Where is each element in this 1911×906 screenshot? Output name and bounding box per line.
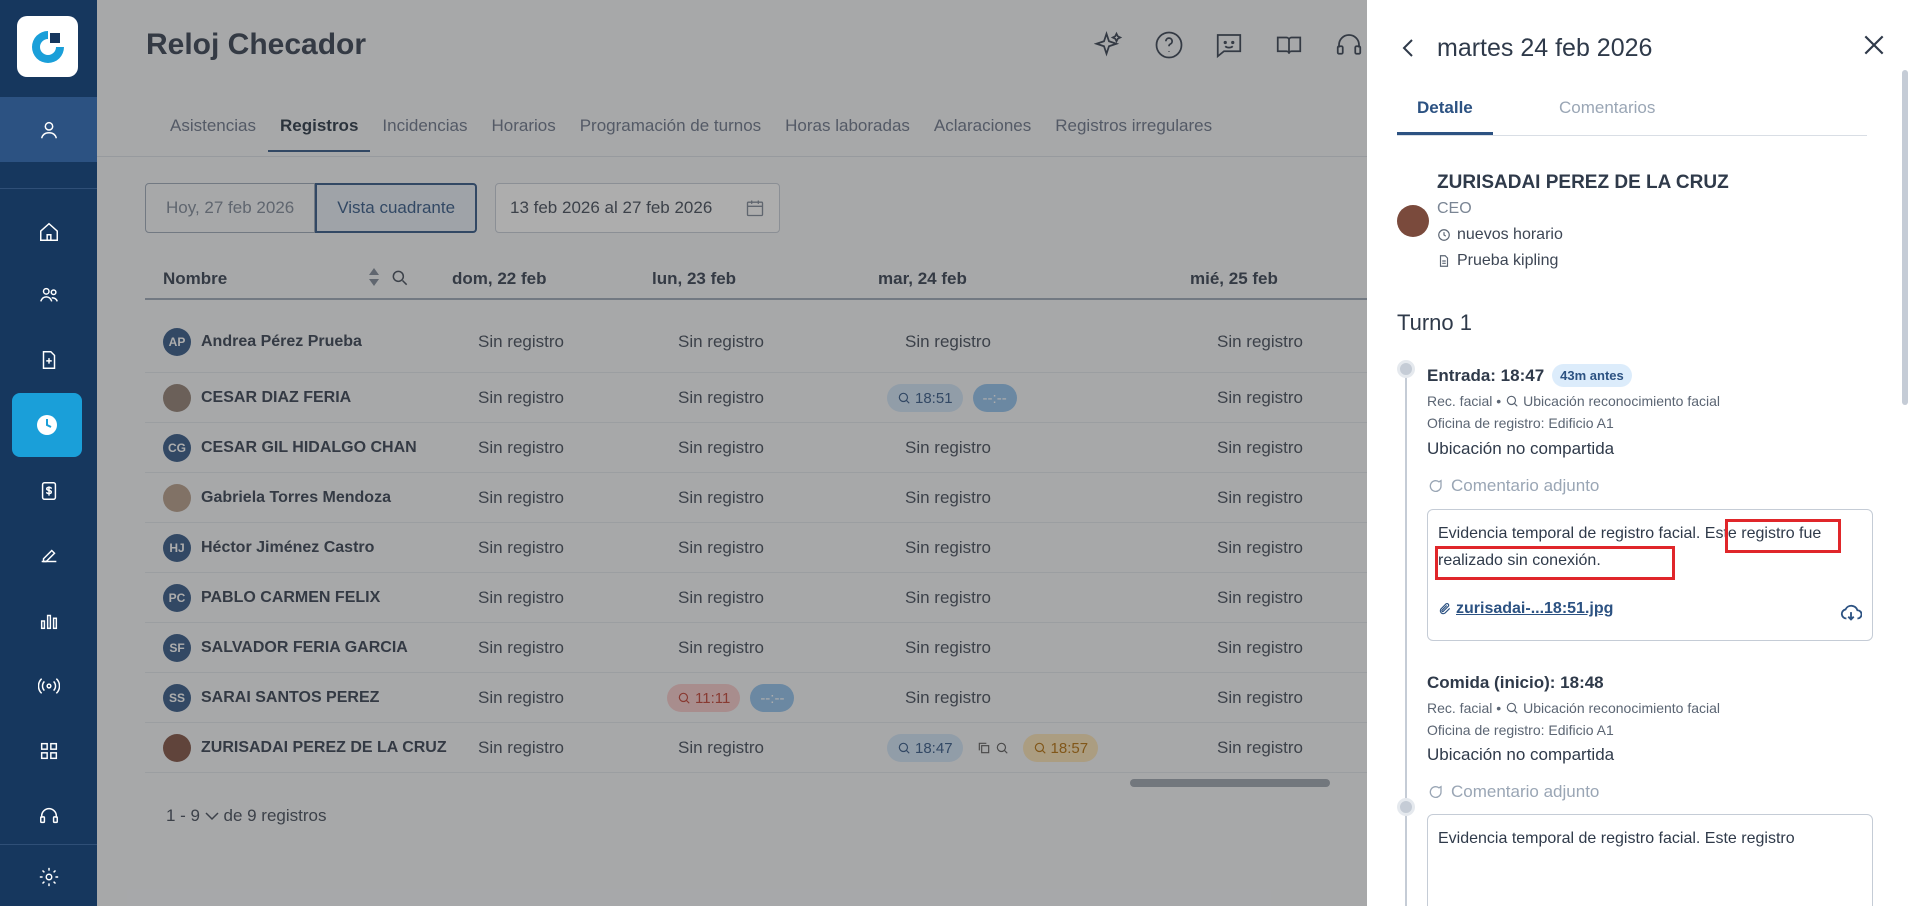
sidebar-item-home[interactable] [0,205,97,259]
app-logo[interactable] [17,16,78,77]
document-plus-icon [42,351,55,369]
event-office: Oficina de registro: Edificio A1 [1427,722,1614,738]
comment-icon [1429,785,1442,798]
event-location: Ubicación no compartida [1427,439,1615,458]
timeline-line [1405,370,1407,906]
close-icon[interactable] [1861,32,1887,58]
sidebar-item-clock[interactable] [12,393,82,457]
event-title-text: Comida (inicio): 18:48 [1427,673,1604,692]
sidebar-item-settings[interactable] [0,850,97,904]
highlight-box [1725,519,1841,553]
method-text: Rec. facial • [1427,700,1502,716]
clock-icon [37,415,57,435]
sidebar-item-reports[interactable] [0,594,97,648]
employee-role: CEO [1437,200,1472,217]
event-title: Comida (inicio): 18:48 [1427,673,1604,693]
employee-avatar [1397,205,1429,237]
sidebar-item-payroll[interactable] [0,464,97,518]
paperclip-icon [1439,603,1451,615]
event-location: Ubicación no compartida [1427,745,1615,764]
user-icon [40,121,57,138]
event-office: Oficina de registro: Edificio A1 [1427,415,1614,431]
panel-tabs: Detalle Comentarios [1397,92,1867,136]
location-type: Ubicación reconocimiento facial [1523,393,1721,409]
users-icon [39,287,58,302]
panel-date: martes 24 feb 2026 [1437,33,1653,62]
comment-label: Comentario adjunto [1427,782,1599,802]
event-title: Entrada: 18:47 43m antes [1427,364,1632,387]
event-title-text: Entrada: 18:47 [1427,365,1545,385]
sidebar-item-signatures[interactable] [0,529,97,583]
detail-panel: martes 24 feb 2026 Detalle Comentarios Z… [1367,0,1911,906]
settings-icon [39,867,58,887]
employee-schedule: nuevos horario [1437,226,1563,244]
employee-policy: Prueba kipling [1437,252,1558,270]
shift-title: Turno 1 [1397,310,1473,335]
method-text: Rec. facial • [1427,393,1502,409]
time-badge: 43m antes [1552,364,1632,387]
location-type: Ubicación reconocimiento facial [1523,700,1721,716]
modal-backdrop[interactable] [97,0,1367,906]
sidebar-item-documents[interactable] [0,333,97,387]
comment-box: Evidencia temporal de registro facial. E… [1427,814,1873,906]
document-icon [1439,255,1449,267]
attachment-name: zurisadai-...18:51.jpg [1456,600,1614,617]
support-icon [39,808,58,824]
comment-label: Comentario adjunto [1427,476,1599,496]
face-scan-icon [1506,395,1518,407]
event-method: Rec. facial • Ubicación reconocimiento f… [1427,393,1720,409]
schedule-name: nuevos horario [1457,226,1563,243]
sidebar-item-apps[interactable] [0,724,97,778]
comment-text: Evidencia temporal de registro facial. E… [1438,830,1795,847]
employee-name: ZURISADAI PEREZ DE LA CRUZ [1437,172,1729,193]
sidebar-item-support[interactable] [0,789,97,843]
sidebar [0,0,97,906]
timeline-dot [1397,360,1415,378]
timeline-dot [1397,798,1415,816]
panel-scrollbar[interactable] [1902,70,1908,405]
download-icon[interactable] [1840,602,1862,624]
tab-detalle[interactable]: Detalle [1397,98,1493,135]
event-method: Rec. facial • Ubicación reconocimiento f… [1427,700,1720,716]
face-scan-icon [1506,702,1518,714]
sidebar-item-employees[interactable] [0,268,97,322]
attachment-link[interactable]: zurisadai-...18:51.jpg [1438,600,1613,618]
highlight-box [1435,546,1675,580]
payroll-icon [41,482,56,500]
signature-icon [41,549,56,563]
comment-label-text: Comentario adjunto [1451,782,1600,801]
apps-grid-icon [40,742,57,760]
home-icon [39,222,58,241]
panel-header: martes 24 feb 2026 [1397,28,1887,68]
broadcast-icon [37,678,60,694]
back-arrow-icon[interactable] [1397,36,1421,60]
policy-name: Prueba kipling [1457,252,1559,269]
tab-comentarios[interactable]: Comentarios [1559,98,1655,118]
clock-icon [1438,229,1450,241]
comment-icon [1429,479,1442,492]
comment-label-text: Comentario adjunto [1451,476,1600,495]
chart-icon [40,614,57,630]
sidebar-item-communication[interactable] [0,659,97,713]
user-profile-button[interactable] [0,97,97,162]
